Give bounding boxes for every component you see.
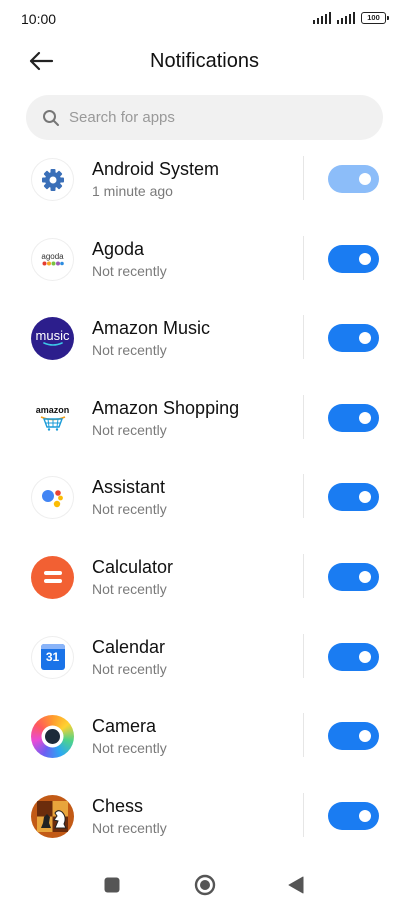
search-bar[interactable]: [26, 95, 383, 140]
app-last-notified: Not recently: [92, 262, 167, 279]
calendar-icon: 31: [31, 635, 74, 679]
agoda-icon: agoda: [31, 237, 74, 281]
assistant-icon: [31, 476, 74, 520]
notification-toggle[interactable]: [328, 403, 379, 432]
app-last-notified: 1 minute ago: [92, 183, 173, 199]
system-nav-bar: [0, 860, 409, 910]
app-row-assistant[interactable]: Assistant Not recently: [0, 468, 409, 548]
app-row-camera[interactable]: Camera Not recently: [0, 707, 409, 787]
square-icon: [104, 877, 120, 893]
triangle-back-icon: [288, 876, 304, 894]
toggle-knob: [359, 173, 371, 185]
app-row-chess[interactable]: Chess Not recently: [0, 787, 409, 867]
app-name: Calculator: [92, 556, 174, 577]
app-row-amazon-music[interactable]: music Amazon Music Not recently: [0, 309, 409, 389]
signal-icon: [337, 12, 355, 24]
header: Notifications: [0, 38, 409, 88]
app-name: Amazon Music: [92, 318, 211, 339]
app-last-notified: Not recently: [92, 342, 167, 359]
app-row-agoda[interactable]: agoda Agoda Not recently: [0, 230, 409, 310]
divider: [303, 235, 304, 280]
app-row-android-system[interactable]: Android System 1 minute ago: [0, 150, 409, 230]
recents-button[interactable]: [104, 877, 120, 898]
app-list: Android System 1 minute ago agoda Agoda …: [0, 150, 409, 866]
app-last-notified: Not recently: [92, 740, 167, 757]
divider: [303, 394, 304, 439]
divider: [303, 553, 304, 598]
app-last-notified: Not recently: [92, 660, 167, 677]
app-name: Calendar: [92, 636, 166, 657]
divider: [303, 474, 304, 519]
status-icons: 100: [313, 12, 389, 24]
toggle-knob: [359, 332, 371, 345]
app-row-amazon-shopping[interactable]: amazon Amazon Shopping Not recently: [0, 389, 409, 469]
amazon-shopping-icon: amazon: [31, 396, 74, 440]
amazon-music-icon: music: [31, 317, 74, 361]
app-last-notified: Not recently: [92, 421, 167, 438]
notification-toggle[interactable]: [328, 722, 379, 751]
notification-toggle[interactable]: [328, 324, 379, 353]
app-last-notified: Not recently: [92, 580, 167, 597]
toggle-knob: [359, 570, 371, 583]
status-bar: 10:00 100: [0, 0, 409, 38]
notification-toggle[interactable]: [328, 244, 379, 273]
signal-icon: [313, 12, 332, 24]
status-time: 10:00: [21, 11, 57, 27]
back-nav-button[interactable]: [287, 876, 305, 899]
camera-icon: [31, 715, 74, 759]
battery-icon: 100: [361, 12, 389, 24]
toggle-knob: [359, 730, 371, 743]
page-title: Notifications: [150, 50, 259, 72]
agoda-logo-text: agoda: [41, 252, 64, 262]
app-row-calendar[interactable]: 31 Calendar Not recently: [0, 628, 409, 708]
home-circle-icon: [194, 874, 216, 896]
amazon-music-logo-text: music: [35, 327, 70, 343]
divider: [303, 792, 304, 837]
notification-toggle[interactable]: [328, 483, 379, 512]
toggle-knob: [359, 809, 371, 822]
divider: [303, 633, 304, 678]
notification-toggle[interactable]: [328, 562, 379, 591]
calculator-icon: [31, 555, 74, 599]
toggle-knob: [359, 252, 371, 265]
app-last-notified: Not recently: [92, 819, 167, 836]
divider: [303, 713, 304, 758]
toggle-knob: [359, 411, 371, 424]
notification-toggle[interactable]: [328, 642, 379, 671]
toggle-knob: [359, 491, 371, 504]
home-button[interactable]: [194, 874, 216, 901]
app-last-notified: Not recently: [92, 501, 167, 518]
search-input[interactable]: [69, 109, 349, 126]
app-name: Chess: [92, 795, 144, 816]
search-icon: [43, 109, 59, 126]
notification-toggle[interactable]: [328, 165, 379, 193]
toggle-knob: [359, 650, 371, 663]
calendar-day-text: 31: [45, 650, 60, 665]
divider: [303, 156, 304, 200]
gear-icon: [31, 158, 74, 201]
app-name: Android System: [92, 159, 220, 179]
app-name: Agoda: [92, 238, 145, 259]
app-name: Assistant: [92, 477, 166, 498]
amazon-logo-text: amazon: [35, 405, 70, 416]
notification-toggle[interactable]: [328, 801, 379, 830]
app-row-calculator[interactable]: Calculator Not recently: [0, 548, 409, 628]
app-name: Amazon Shopping: [92, 397, 240, 418]
chess-icon: [31, 794, 74, 838]
app-name: Camera: [92, 716, 157, 737]
divider: [303, 315, 304, 360]
